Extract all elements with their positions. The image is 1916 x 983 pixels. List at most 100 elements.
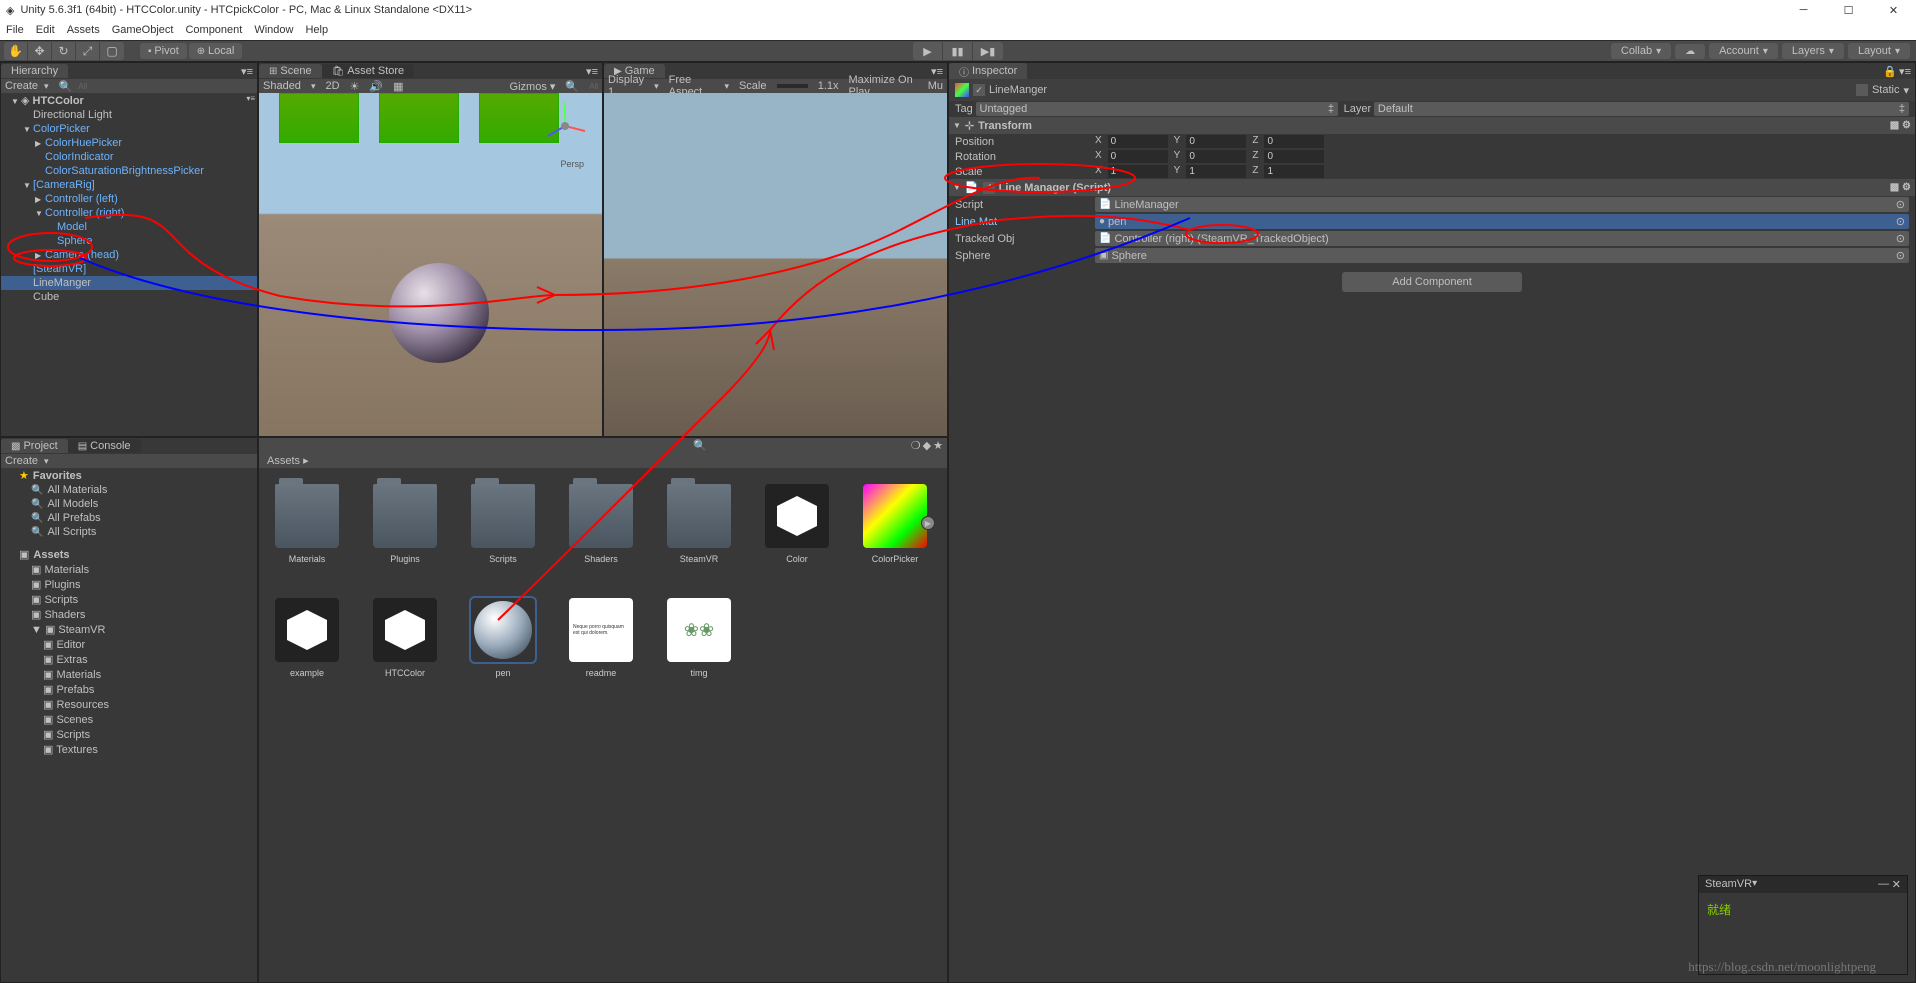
folder-item[interactable]: ▣ Resources bbox=[1, 697, 257, 712]
move-tool[interactable]: ✥ bbox=[28, 42, 52, 60]
folder-item[interactable]: ▣ Prefabs bbox=[1, 682, 257, 697]
folder-item[interactable]: ▣ Materials bbox=[1, 562, 257, 577]
lock-icon[interactable]: 🔒 bbox=[1883, 65, 1897, 78]
tag-dropdown[interactable]: Untagged‡ bbox=[976, 102, 1339, 116]
search-icon[interactable]: 🔍 bbox=[693, 439, 707, 452]
rect-tool[interactable]: ▢ bbox=[100, 42, 124, 60]
asset-item[interactable]: ▶ColorPicker bbox=[863, 484, 927, 564]
hierarchy-item[interactable]: LineManger bbox=[1, 276, 257, 290]
layout-dropdown[interactable]: Layout ▾ bbox=[1848, 43, 1910, 59]
breadcrumb[interactable]: Assets ▸ bbox=[259, 452, 947, 468]
folder-item[interactable]: ▣ Extras bbox=[1, 652, 257, 667]
local-toggle[interactable]: ⊕ Local bbox=[189, 43, 242, 59]
scene-root[interactable]: ▼◈ HTCColor▾≡ bbox=[1, 93, 257, 108]
scale-tool[interactable]: ⤢ bbox=[76, 42, 100, 60]
layers-dropdown[interactable]: Layers ▾ bbox=[1782, 43, 1844, 59]
game-viewport[interactable] bbox=[604, 93, 947, 436]
minimize-button[interactable]: ─ bbox=[1781, 0, 1826, 20]
pivot-toggle[interactable]: ▪ Pivot bbox=[140, 43, 187, 59]
hand-tool[interactable]: ✋ bbox=[4, 42, 28, 60]
filter-icon[interactable]: ❍ bbox=[911, 439, 921, 452]
favorite-item[interactable]: 🔍All Materials bbox=[1, 483, 257, 497]
rot-y[interactable] bbox=[1186, 150, 1246, 163]
hierarchy-item[interactable]: ▶ColorHuePicker bbox=[1, 136, 257, 150]
search-icon[interactable]: 🔍 bbox=[59, 80, 73, 93]
asset-item[interactable]: Color bbox=[765, 484, 829, 564]
hierarchy-item[interactable]: Model bbox=[1, 220, 257, 234]
shading-mode[interactable]: Shaded bbox=[263, 80, 301, 92]
menu-help[interactable]: Help bbox=[305, 24, 328, 36]
tab-console[interactable]: ▤ Console bbox=[68, 439, 141, 453]
menu-window[interactable]: Window bbox=[254, 24, 293, 36]
trackedobj-field[interactable]: 📄Controller (right) (SteamVR_TrackedObje… bbox=[1095, 231, 1909, 246]
linemanager-component[interactable]: ▼📄 ✓ Line Manager (Script) ▩ ⚙ bbox=[949, 179, 1915, 196]
asset-item[interactable]: SteamVR bbox=[667, 484, 731, 564]
menu-edit[interactable]: Edit bbox=[36, 24, 55, 36]
audio-icon[interactable]: 🔊 bbox=[369, 80, 383, 93]
step-button[interactable]: ▶▮ bbox=[973, 42, 1003, 60]
hierarchy-item[interactable]: ▼Controller (right) bbox=[1, 206, 257, 220]
favorite-item[interactable]: 🔍All Scripts bbox=[1, 525, 257, 539]
close-button[interactable]: ✕ bbox=[1871, 0, 1916, 20]
asset-item[interactable]: pen bbox=[471, 598, 535, 678]
hierarchy-item[interactable]: ▼[CameraRig] bbox=[1, 178, 257, 192]
folder-item[interactable]: ▣ Scripts bbox=[1, 592, 257, 607]
hierarchy-item[interactable]: Directional Light bbox=[1, 108, 257, 122]
folder-item[interactable]: ▣ Textures bbox=[1, 742, 257, 757]
search-icon[interactable]: 🔍 bbox=[565, 80, 579, 93]
tab-inspector[interactable]: ⓘ Inspector bbox=[949, 63, 1027, 80]
gear-icon[interactable]: ▩ ⚙ bbox=[1890, 182, 1911, 193]
linemat-field[interactable]: ●pen⊙ bbox=[1095, 214, 1909, 229]
script-field[interactable]: 📄LineManager⊙ bbox=[1095, 197, 1909, 212]
hierarchy-item[interactable]: ▶Camera (head) bbox=[1, 248, 257, 262]
scl-x[interactable] bbox=[1108, 165, 1168, 178]
hierarchy-item[interactable]: [SteamVR] bbox=[1, 262, 257, 276]
tab-hierarchy[interactable]: Hierarchy bbox=[1, 64, 68, 78]
folder-item[interactable]: ▣ Scenes bbox=[1, 712, 257, 727]
assets-root[interactable]: ▣ Assets bbox=[1, 547, 257, 562]
favorite-item[interactable]: 🔍All Prefabs bbox=[1, 511, 257, 525]
static-checkbox[interactable] bbox=[1856, 84, 1868, 96]
folder-item[interactable]: ▣ Materials bbox=[1, 667, 257, 682]
account-dropdown[interactable]: Account ▾ bbox=[1709, 43, 1778, 59]
layer-dropdown[interactable]: Default‡ bbox=[1374, 102, 1909, 116]
orientation-gizmo[interactable]: y bbox=[540, 101, 590, 151]
asset-item[interactable]: Materials bbox=[275, 484, 339, 564]
tab-scene[interactable]: ⊞ Scene bbox=[259, 64, 322, 78]
project-create[interactable]: Create bbox=[5, 455, 38, 467]
menu-component[interactable]: Component bbox=[185, 24, 242, 36]
folder-item[interactable]: ▣ Plugins bbox=[1, 577, 257, 592]
rot-x[interactable] bbox=[1108, 150, 1168, 163]
folder-item[interactable]: ▣ Editor bbox=[1, 637, 257, 652]
asset-item[interactable]: ❀❀timg bbox=[667, 598, 731, 678]
gameobject-icon[interactable] bbox=[955, 83, 969, 97]
filter-icon[interactable]: ★ bbox=[933, 439, 943, 452]
folder-item[interactable]: ▣ Shaders bbox=[1, 607, 257, 622]
pos-y[interactable] bbox=[1186, 135, 1246, 148]
light-icon[interactable]: ☀ bbox=[350, 80, 360, 93]
menu-assets[interactable]: Assets bbox=[67, 24, 100, 36]
hierarchy-item[interactable]: ▶Controller (left) bbox=[1, 192, 257, 206]
pause-button[interactable]: ▮▮ bbox=[943, 42, 973, 60]
2d-toggle[interactable]: 2D bbox=[325, 80, 339, 92]
favorites-header[interactable]: ★Favorites bbox=[1, 468, 257, 483]
asset-item[interactable]: Shaders bbox=[569, 484, 633, 564]
hierarchy-item[interactable]: Sphere bbox=[1, 234, 257, 248]
active-checkbox[interactable]: ✓ bbox=[973, 84, 985, 96]
tab-asset-store[interactable]: 🛍 Asset Store bbox=[322, 64, 415, 78]
minimize-icon[interactable]: — bbox=[1878, 878, 1889, 891]
asset-item[interactable]: HTCColor bbox=[373, 598, 437, 678]
folder-item[interactable]: ▣ Scripts bbox=[1, 727, 257, 742]
asset-item[interactable]: Scripts bbox=[471, 484, 535, 564]
scale-slider[interactable] bbox=[777, 84, 808, 88]
asset-item[interactable]: Plugins bbox=[373, 484, 437, 564]
hierarchy-item[interactable]: Cube bbox=[1, 290, 257, 304]
favorite-item[interactable]: 🔍All Models bbox=[1, 497, 257, 511]
menu-gameobject[interactable]: GameObject bbox=[112, 24, 174, 36]
collab-dropdown[interactable]: Collab ▾ bbox=[1611, 43, 1671, 59]
pos-z[interactable] bbox=[1264, 135, 1324, 148]
scene-viewport[interactable]: y Persp bbox=[259, 93, 602, 436]
tab-project[interactable]: ▩ Project bbox=[1, 439, 68, 453]
rotate-tool[interactable]: ↻ bbox=[52, 42, 76, 60]
rot-z[interactable] bbox=[1264, 150, 1324, 163]
